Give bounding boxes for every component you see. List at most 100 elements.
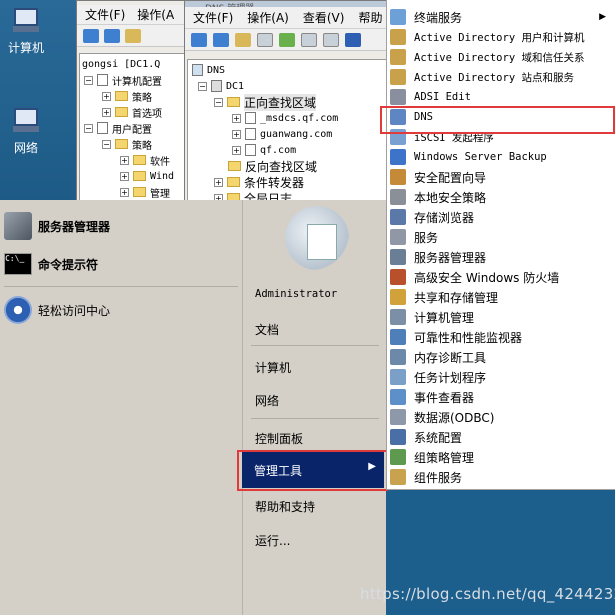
tree-policy[interactable]: 策略 [132,89,152,104]
tree-zone[interactable]: qf.com [260,145,296,156]
submenu-item-group-policy-management[interactable]: 组策略管理 [387,447,615,467]
submenu-item-component-services[interactable]: 组件服务 [387,467,615,487]
system-configuration-icon [390,429,406,445]
pinned-command-prompt[interactable]: C:\_ 命令提示符 [0,246,242,282]
submenu-item-odbc-data-sources[interactable]: 数据源(ODBC) [387,407,615,427]
menu-action[interactable]: 操作(A [137,6,174,23]
tree-forward-zone[interactable]: 正向查找区域 [244,93,317,111]
pinned-server-manager[interactable]: 服务器管理器 [0,208,242,244]
menu-file[interactable]: 文件(F) [193,9,233,26]
back-arrow-icon[interactable] [191,32,207,47]
menu-action[interactable]: 操作(A) [247,9,289,26]
tree-server-dc1[interactable]: DC1 [226,81,244,92]
tree-user-policy[interactable]: 策略 [132,137,152,152]
submenu-label: Active Directory 域和信任关系 [414,51,585,64]
tree-admin[interactable]: 管理 [150,185,170,200]
submenu-item-task-scheduler[interactable]: 任务计划程序 [387,367,615,387]
forward-arrow-icon[interactable] [104,28,120,43]
expand-icon[interactable]: + [120,171,129,181]
submenu-item-event-viewer[interactable]: 事件查看器 [387,387,615,407]
show-tree-icon[interactable] [257,32,273,47]
computer-management-icon [390,309,406,325]
tree-windows[interactable]: Wind [150,171,174,182]
tree-reverse-zone[interactable]: 反向查找区域 [245,158,317,175]
submenu-item-terminal-services[interactable]: 终端服务 ▶ [387,7,615,27]
properties-icon[interactable] [323,32,339,47]
submenu-item-server-manager[interactable]: 服务器管理器 [387,247,615,267]
divider [251,418,379,419]
back-arrow-icon[interactable] [83,28,99,43]
submenu-item-reliability-monitor[interactable]: 可靠性和性能监视器 [387,327,615,347]
ease-of-access[interactable]: 轻松访问中心 [0,292,242,328]
submenu-item-local-security-policy[interactable]: 本地安全策略 [387,187,615,207]
tree-conditional-forwarders[interactable]: 条件转发器 [244,174,304,191]
computer-desktop-icon[interactable]: 计算机 [4,6,48,56]
adsi-edit-icon [390,89,406,105]
submenu-item-share-storage-mgmt[interactable]: 共享和存储管理 [387,287,615,307]
refresh-icon[interactable] [279,32,295,47]
collapse-icon[interactable]: − [84,75,93,85]
server-manager-icon [390,249,406,265]
submenu-item-ad-sites-services[interactable]: Active Directory 站点和服务 [387,67,615,87]
submenu-item-services[interactable]: 服务 [387,227,615,247]
gpo-root[interactable]: gongsi [DC1.Q [82,59,160,70]
tree-computer-config[interactable]: 计算机配置 [112,73,162,88]
submenu-label: 服务 [414,230,439,245]
start-menu-left: 服务器管理器 C:\_ 命令提示符 轻松访问中心 [0,200,242,615]
expand-icon[interactable]: + [120,187,129,197]
submenu-label: 高级安全 Windows 防火墙 [414,270,560,285]
menu-view[interactable]: 查看(V) [303,9,345,26]
tree-user-config[interactable]: 用户配置 [112,121,152,136]
tree-preferences[interactable]: 首选项 [132,105,162,120]
collapse-icon[interactable]: − [214,97,223,107]
menu-help[interactable]: 帮助 [358,9,382,26]
submenu-label: 存储浏览器 [414,210,475,225]
submenu-label: ADSI Edit [414,91,471,103]
submenu-item-storage-explorer[interactable]: 存储浏览器 [387,207,615,227]
expand-icon[interactable]: + [232,113,241,123]
dns-manager-window[interactable]: DNS 管理器 文件(F) 操作(A) 查看(V) 帮助 DNS −DC1 −正… [184,0,390,206]
submenu-item-computer-management[interactable]: 计算机管理 [387,307,615,327]
submenu-item-ad-users-computers[interactable]: Active Directory 用户和计算机 [387,27,615,47]
tree-software[interactable]: 软件 [150,153,170,168]
forward-arrow-icon[interactable] [213,32,229,47]
submenu-item-windows-firewall[interactable]: 高级安全 Windows 防火墙 [387,267,615,287]
up-folder-icon[interactable] [235,32,251,47]
submenu-item-memory-diagnostic[interactable]: 内存诊断工具 [387,347,615,367]
menu-file[interactable]: 文件(F) [85,6,125,23]
network-item[interactable]: 网络 [255,392,279,409]
submenu-item-ad-domains-trusts[interactable]: Active Directory 域和信任关系 [387,47,615,67]
submenu-item-windows-server-backup[interactable]: Windows Server Backup [387,147,615,167]
policy-tree[interactable]: gongsi [DC1.Q − 计算机配置 + 策略 + 首选项 − 用户配置 − 策略 … [79,53,185,205]
document-icon [307,224,337,260]
annotation-dns [380,106,615,134]
expand-icon[interactable]: + [232,145,241,155]
control-panel-item[interactable]: 控制面板 [255,430,303,447]
submenu-item-adsi-edit[interactable]: ADSI Edit [387,87,615,107]
dns-tree[interactable]: DNS − DC1 − 正向查找区域 + _msdcs.qf.com + guanwan… [187,59,387,206]
group-policy-window[interactable]: 文件(F) 操作(A gongsi [DC1.Q − 计算机配置 + 策略 + 首选项… [76,0,188,205]
expand-icon[interactable]: + [232,129,241,139]
tree-zone[interactable]: guanwang.com [260,129,332,140]
expand-icon[interactable]: + [102,107,111,117]
collapse-icon[interactable]: − [102,139,111,149]
tree-zone[interactable]: _msdcs.qf.com [260,113,338,124]
expand-icon[interactable]: + [120,155,129,165]
expand-icon[interactable]: + [102,91,111,101]
computer-item[interactable]: 计算机 [255,359,291,376]
up-folder-icon[interactable] [125,28,141,43]
collapse-icon[interactable]: − [198,81,207,91]
expand-icon[interactable]: + [214,177,223,187]
user-name[interactable]: Administrator [255,288,337,300]
run-item[interactable]: 运行... [255,532,290,549]
submenu-item-system-configuration[interactable]: 系统配置 [387,427,615,447]
documents-item[interactable]: 文档 [255,321,279,338]
submenu-item-security-config-wizard[interactable]: 安全配置向导 [387,167,615,187]
export-icon[interactable] [301,32,317,47]
network-desktop-icon[interactable]: 网络 [4,106,48,156]
command-prompt-label: 命令提示符 [38,257,99,272]
collapse-icon[interactable]: − [84,123,93,133]
tree-dns-root[interactable]: DNS [207,65,225,76]
help-icon[interactable] [345,32,361,47]
help-item[interactable]: 帮助和支持 [255,498,315,515]
